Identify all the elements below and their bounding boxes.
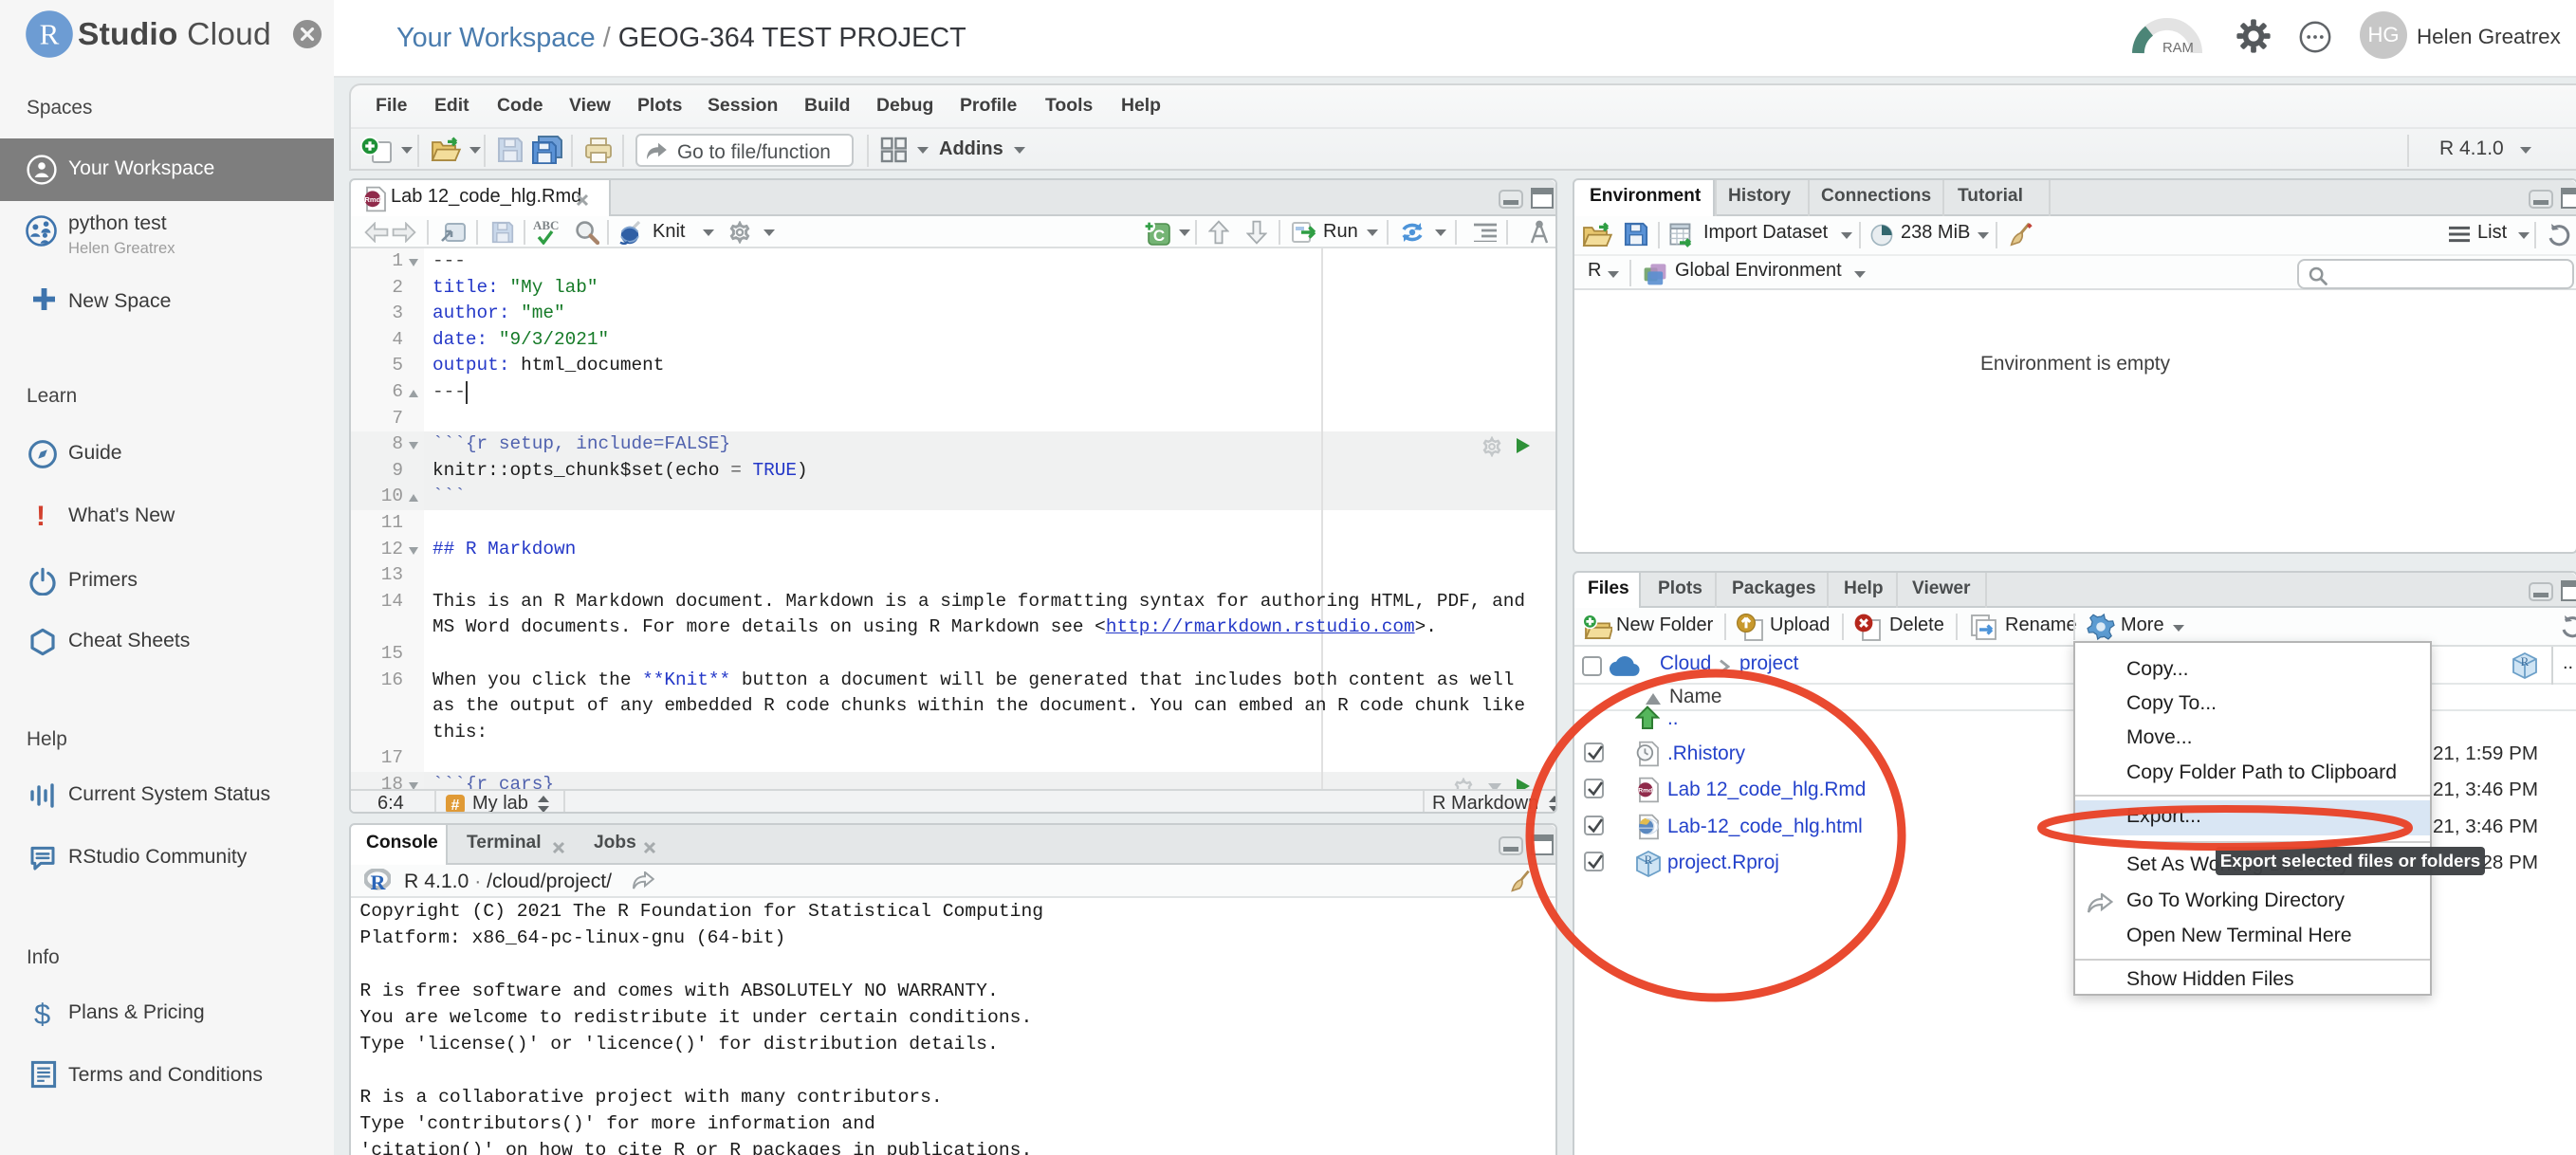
svg-text:RAM: RAM — [2162, 41, 2194, 55]
svg-text:R: R — [370, 871, 386, 891]
svg-text:C: C — [1153, 227, 1165, 245]
svg-text:R: R — [40, 18, 60, 51]
svg-text:R: R — [2521, 654, 2530, 669]
svg-text:Rmd: Rmd — [364, 195, 380, 204]
svg-text:#: # — [451, 798, 460, 814]
